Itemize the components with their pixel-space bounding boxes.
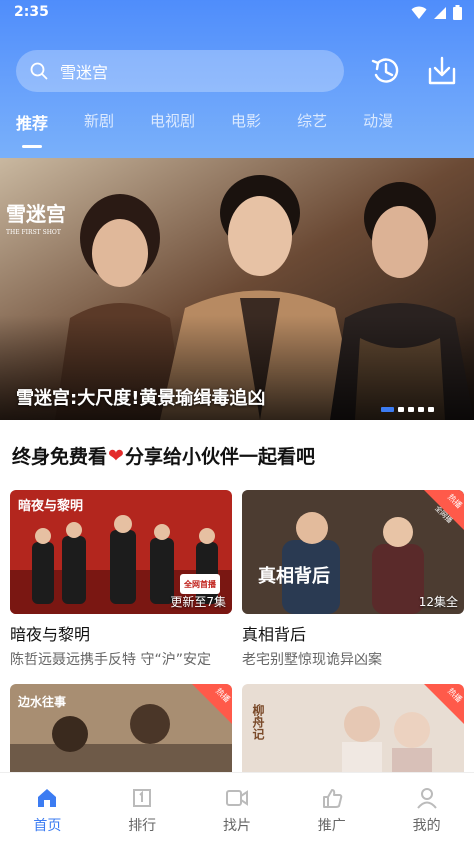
carousel-indicator [381, 407, 434, 412]
carousel-dot [408, 407, 414, 412]
episode-count: 更新至7集 [170, 595, 226, 609]
system-icons [411, 5, 462, 20]
tab-recommend[interactable]: 推荐 [16, 110, 48, 148]
banner-poster-image [0, 158, 474, 420]
section-title: 终身免费看 ❤ 分享给小伙伴一起看吧 [12, 444, 315, 469]
wifi-icon [411, 6, 427, 19]
banner-poster-logo: 雪迷宫 THE FIRST SHOT [6, 202, 66, 236]
home-icon [38, 789, 57, 807]
poster-title-text: 真相背后 [258, 565, 330, 587]
nav-find[interactable]: 找片 [190, 773, 285, 844]
video-card[interactable]: 暗夜与黎明 全网首播 更新至7集 暗夜与黎明 陈哲远聂远携手反特 守“沪”安定 [10, 490, 232, 669]
carousel-dot [381, 407, 394, 412]
video-title: 真相背后 [242, 625, 307, 644]
carousel-dot [428, 407, 434, 412]
signal-icon [434, 6, 446, 19]
tab-tv-series[interactable]: 电视剧 [150, 110, 195, 140]
poster-title-text: 暗夜与黎明 [18, 498, 83, 514]
carousel-dot [398, 407, 404, 412]
poster-title-text: 边水往事 [17, 694, 66, 709]
video-card[interactable]: 真相背后 热播 全网播 12集全 真相背后 老宅别墅惊现诡异凶案 [242, 490, 464, 669]
tab-anime[interactable]: 动漫 [363, 110, 393, 140]
poster-sticker-text: 全网首播 [183, 579, 217, 589]
tab-movies[interactable]: 电影 [231, 110, 261, 140]
heart-icon: ❤ [108, 444, 124, 467]
search-icon [30, 62, 48, 80]
video-description: 老宅别墅惊现诡异凶案 [242, 652, 382, 668]
history-icon [371, 58, 399, 83]
nav-promote[interactable]: 推广 [284, 773, 379, 844]
tab-variety[interactable]: 综艺 [297, 110, 327, 140]
battery-icon [453, 5, 462, 20]
nav-ranking[interactable]: 排行 [95, 773, 190, 844]
download-button[interactable] [424, 53, 460, 89]
carousel-dot [418, 407, 424, 412]
download-icon [428, 56, 456, 85]
poster-title-text: 柳舟记 [251, 703, 265, 741]
search-query: 雪迷宫 [60, 63, 109, 82]
video-poster: 暗夜与黎明 全网首播 更新至7集 [10, 490, 232, 614]
thumbs-up-icon [322, 789, 343, 808]
header: 2:35 雪迷宫 推荐 新剧 电视剧 电影 综艺 动漫 [0, 0, 474, 158]
profile-icon [416, 788, 437, 809]
video-icon [225, 790, 248, 806]
banner-carousel[interactable]: 雪迷宫 THE FIRST SHOT 雪迷宫:大尺度!黄景瑜缉毒追凶 [0, 158, 474, 420]
banner-caption: 雪迷宫:大尺度!黄景瑜缉毒追凶 [16, 388, 266, 409]
ranking-icon [133, 789, 152, 807]
search-bar[interactable]: 雪迷宫 [16, 50, 344, 92]
tab-new-drama[interactable]: 新剧 [84, 110, 114, 140]
history-button[interactable] [368, 53, 404, 89]
video-poster: 真相背后 热播 全网播 12集全 [242, 490, 464, 614]
status-time: 2:35 [14, 4, 49, 20]
status-bar: 2:35 [0, 0, 474, 26]
episode-count: 12集全 [418, 595, 458, 609]
nav-profile[interactable]: 我的 [379, 773, 474, 844]
nav-home[interactable]: 首页 [0, 773, 95, 844]
video-description: 陈哲远聂远携手反特 守“沪”安定 [10, 652, 211, 668]
bottom-navigation: 首页 排行 找片 推广 我的 [0, 772, 474, 844]
category-tabs: 推荐 新剧 电视剧 电影 综艺 动漫 [16, 110, 429, 148]
video-title: 暗夜与黎明 [10, 625, 91, 644]
